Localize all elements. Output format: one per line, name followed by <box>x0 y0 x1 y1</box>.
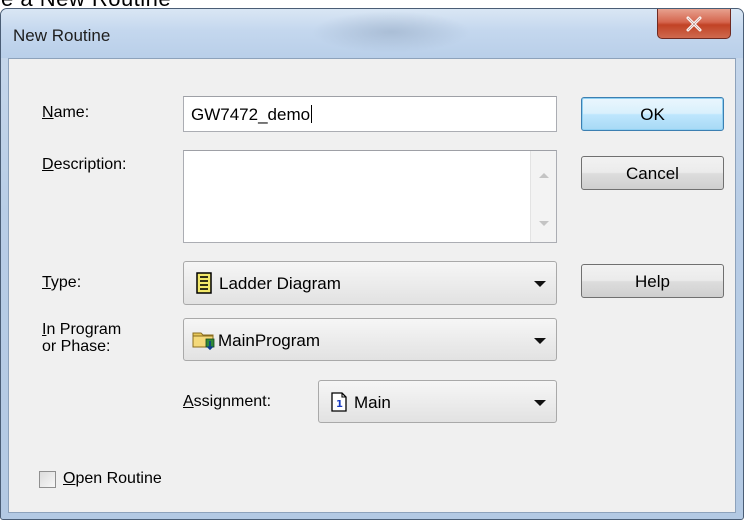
name-value-text: GW7472_demo <box>191 105 311 124</box>
assignment-label: Assignment: <box>183 393 271 411</box>
scroll-down-icon[interactable] <box>539 221 549 226</box>
main-routine-icon: 1 <box>331 392 347 412</box>
close-button[interactable] <box>657 9 731 39</box>
open-routine-label-text: pen Routine <box>75 470 162 487</box>
name-label: Name: <box>42 104 89 122</box>
program-label-line1: n Program <box>46 321 122 338</box>
type-label-accelerator: T <box>42 274 51 291</box>
chevron-down-icon <box>534 400 546 406</box>
program-folder-icon <box>192 332 215 351</box>
program-dropdown-value: MainProgram <box>218 331 321 350</box>
assignment-dropdown-value: Main <box>354 393 391 412</box>
help-button[interactable]: Help <box>581 264 724 298</box>
open-routine-checkbox[interactable] <box>39 471 56 488</box>
assignment-label-text: ssignment: <box>193 393 272 410</box>
dialog-title: New Routine <box>13 26 111 45</box>
scroll-up-icon[interactable] <box>539 173 549 178</box>
description-label-text: escription: <box>53 156 127 173</box>
open-routine-label[interactable]: Open Routine <box>63 470 162 488</box>
name-label-text: ame: <box>53 104 90 121</box>
name-field-value: GW7472_demo <box>191 105 313 125</box>
assignment-label-accelerator: A <box>183 393 194 410</box>
cancel-button[interactable]: Cancel <box>581 156 724 190</box>
type-dropdown-value: Ladder Diagram <box>219 274 341 293</box>
ladder-diagram-icon <box>196 272 212 294</box>
description-label: Description: <box>42 156 126 174</box>
assignment-dropdown[interactable]: 1 Main <box>318 380 557 423</box>
chevron-down-icon <box>534 281 546 287</box>
new-routine-dialog: New Routine Name: GW7472_demo Descriptio… <box>0 8 744 520</box>
chevron-down-icon <box>534 338 546 344</box>
program-dropdown[interactable]: MainProgram <box>183 318 557 361</box>
close-icon <box>686 16 702 31</box>
program-label-line2: or Phase: <box>42 338 111 355</box>
svg-text:1: 1 <box>336 399 343 410</box>
title-bar[interactable]: New Routine <box>1 9 743 58</box>
open-routine-label-accelerator: O <box>63 470 76 487</box>
program-label: In Program or Phase: <box>42 321 121 355</box>
name-field[interactable]: GW7472_demo <box>183 96 557 132</box>
description-label-accelerator: D <box>42 156 54 173</box>
description-scrollbar[interactable] <box>530 151 556 242</box>
description-field[interactable] <box>183 150 557 243</box>
ok-button[interactable]: OK <box>581 97 724 131</box>
title-bar-glow <box>311 11 471 53</box>
name-label-accelerator: N <box>42 104 54 121</box>
type-label: Type: <box>42 274 81 292</box>
dialog-client-area: Name: GW7472_demo Description: Type: Lad… <box>8 58 736 513</box>
type-label-text: ype: <box>50 274 82 291</box>
text-caret <box>311 105 313 123</box>
type-dropdown[interactable]: Ladder Diagram <box>183 261 557 305</box>
